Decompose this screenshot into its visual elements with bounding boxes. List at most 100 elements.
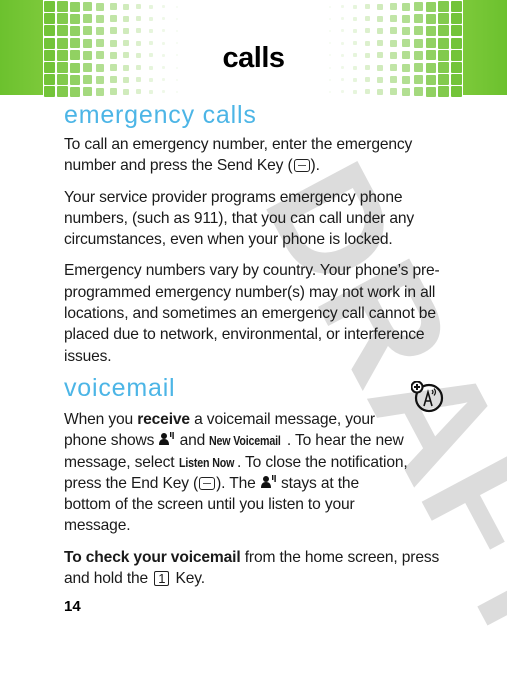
paragraph-text: ). The [216, 474, 260, 492]
pattern-square [44, 86, 55, 98]
pattern-square [401, 2, 410, 11]
pattern-square [83, 87, 93, 97]
pattern-square [438, 74, 450, 86]
pattern-square [96, 87, 105, 96]
pattern-square [328, 29, 331, 32]
end-key-icon [199, 476, 216, 490]
pattern-square [96, 26, 105, 35]
pattern-square [44, 1, 55, 12]
pattern-square [56, 25, 68, 37]
pattern-square [44, 25, 55, 37]
pattern-square [365, 4, 371, 9]
paragraph: Your service provider programs emergency… [64, 188, 415, 249]
pattern-square [451, 25, 462, 37]
pattern-square [69, 13, 80, 24]
pattern-square [377, 15, 384, 22]
pattern-square [365, 77, 371, 83]
pattern-square [352, 16, 357, 21]
emphasis-text: To check your voicemail [64, 548, 241, 566]
pattern-square [413, 26, 423, 36]
pattern-square [96, 14, 105, 23]
number-key-1-icon: 1 [154, 571, 170, 587]
paragraph-text: and [175, 432, 210, 450]
pattern-square [426, 86, 437, 97]
pattern-square [389, 15, 397, 23]
pattern-square [44, 74, 55, 86]
pattern-square [340, 29, 344, 33]
pattern-square [109, 88, 117, 96]
pattern-square [135, 16, 141, 22]
pattern-square [83, 75, 93, 85]
pattern-square [389, 3, 397, 10]
pattern-square [149, 77, 154, 82]
pattern-square [44, 13, 55, 25]
pattern-square [426, 13, 437, 24]
pattern-square [401, 14, 410, 23]
pattern-square [175, 5, 178, 8]
pattern-square [56, 13, 68, 25]
pattern-square [149, 89, 154, 94]
send-key-icon [293, 159, 310, 173]
pattern-square [340, 17, 344, 21]
pattern-square [328, 17, 331, 20]
pattern-square [352, 89, 357, 94]
pattern-square [352, 28, 357, 33]
pattern-square [438, 25, 450, 37]
pattern-square [56, 86, 68, 98]
pattern-square [109, 15, 117, 23]
pattern-square [149, 4, 154, 9]
chapter-header: calls [0, 0, 507, 98]
pattern-square [122, 15, 129, 22]
pattern-square [69, 1, 80, 12]
pattern-square [438, 1, 450, 12]
pattern-square [69, 86, 80, 97]
pattern-square [413, 2, 423, 11]
pattern-square [365, 16, 371, 22]
pattern-square [426, 74, 437, 85]
section-emergency-calls: emergency calls To call an emergency num… [64, 98, 454, 377]
pattern-square [377, 88, 384, 95]
pattern-square [413, 87, 423, 97]
pattern-square [352, 4, 357, 9]
paragraph-text: To call an emergency number, enter the e… [64, 136, 413, 175]
pattern-square [175, 78, 178, 81]
pattern-square [109, 27, 117, 35]
page-title: calls [222, 42, 286, 74]
paragraph: When you receive a voicemail message, yo… [64, 409, 409, 537]
pattern-square [340, 78, 344, 82]
section-heading: emergency calls [64, 101, 257, 129]
pattern-square [96, 75, 105, 84]
paragraph-text: Key. [171, 570, 206, 588]
emphasis-text: receive [137, 411, 190, 428]
pattern-square [413, 75, 423, 85]
pattern-square [162, 90, 166, 94]
pattern-square [377, 3, 384, 10]
pattern-square [83, 14, 93, 24]
pattern-square [340, 5, 344, 8]
pattern-square [83, 2, 93, 11]
pattern-square [175, 90, 178, 93]
pattern-square [389, 76, 397, 84]
pattern-square [328, 90, 331, 93]
pattern-square [162, 78, 166, 82]
pattern-square [96, 2, 105, 11]
pattern-square [109, 76, 117, 84]
pattern-square [328, 78, 331, 81]
paragraph-text: When you [64, 411, 138, 428]
pattern-square [109, 3, 117, 10]
pattern-square [122, 3, 129, 10]
pattern-square [56, 1, 68, 12]
voicemail-icon [159, 432, 175, 446]
pattern-square [83, 26, 93, 36]
pattern-square [413, 14, 423, 24]
page-number: 14 [64, 598, 81, 615]
pattern-square [401, 87, 410, 96]
pattern-square [401, 75, 410, 84]
paragraph-text: ). [310, 157, 320, 175]
pattern-square [451, 74, 462, 86]
pattern-square [426, 1, 437, 12]
paragraph: To call an emergency number, enter the e… [64, 134, 454, 177]
pattern-square [377, 76, 384, 83]
pattern-square [365, 89, 371, 95]
pattern-square [149, 28, 154, 33]
